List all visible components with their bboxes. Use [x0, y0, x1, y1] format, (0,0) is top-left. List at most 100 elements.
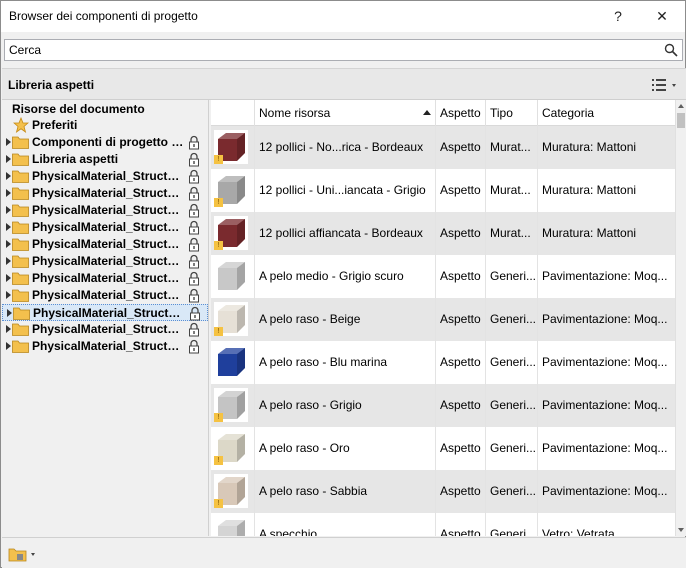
- scroll-down-icon[interactable]: [678, 528, 684, 532]
- expand-arrow-icon[interactable]: [6, 138, 11, 146]
- library-folder-menu-icon[interactable]: [8, 545, 38, 562]
- tree-item-label: PhysicalMaterial_Structur...: [32, 271, 184, 285]
- star-icon: [13, 117, 29, 133]
- search-input[interactable]: [9, 42, 649, 58]
- tree-item[interactable]: Libreria aspetti: [2, 151, 208, 168]
- expand-arrow-icon[interactable]: [6, 257, 11, 265]
- cell-aspect: Aspetto: [435, 212, 485, 255]
- expand-arrow-icon[interactable]: [6, 172, 11, 180]
- list-view-icon[interactable]: [650, 76, 680, 94]
- status-bar: [2, 537, 686, 568]
- material-swatch-icon: [214, 259, 248, 293]
- tree-item[interactable]: PhysicalMaterial_Structur...: [2, 202, 208, 219]
- lock-icon: [189, 288, 199, 303]
- dialog-window: Browser dei componenti di progetto ? ✕ L…: [0, 0, 686, 568]
- tree-item[interactable]: PhysicalMaterial_Structur...: [2, 219, 208, 236]
- cell-aspect: Aspetto: [435, 427, 485, 470]
- material-thumbnail: !: [214, 388, 248, 422]
- tree-item-label: Preferiti: [32, 118, 78, 132]
- cell-name: A pelo raso - Beige: [254, 298, 435, 341]
- cell-aspect: Aspetto: [435, 470, 485, 513]
- tree-header: Risorse del documento: [12, 102, 145, 116]
- warning-icon: !: [214, 241, 223, 250]
- warning-icon: !: [214, 198, 223, 207]
- cell-name: 12 pollici - Uni...iancata - Grigio: [254, 169, 435, 212]
- cell-category: Muratura: Mattoni: [537, 126, 675, 169]
- expand-arrow-icon[interactable]: [6, 325, 11, 333]
- cell-category: Pavimentazione: Moq...: [537, 298, 675, 341]
- help-button[interactable]: ?: [608, 6, 628, 26]
- cell-name: A pelo raso - Sabbia: [254, 470, 435, 513]
- expand-arrow-icon[interactable]: [6, 189, 11, 197]
- table-row[interactable]: ! A pelo raso - Sabbia Aspetto Generi... Pav…: [211, 470, 675, 513]
- material-thumbnail: !: [214, 173, 248, 207]
- tree-item-label: PhysicalMaterial_Structur...: [33, 306, 185, 320]
- expand-arrow-icon[interactable]: [6, 206, 11, 214]
- cell-category: Pavimentazione: Moq...: [537, 384, 675, 427]
- warning-icon: !: [214, 327, 223, 336]
- expand-arrow-icon[interactable]: [6, 342, 11, 350]
- lock-icon: [189, 339, 199, 354]
- expand-arrow-icon[interactable]: [6, 291, 11, 299]
- tree-item-favorites[interactable]: Preferiti: [2, 117, 208, 134]
- cell-aspect: Aspetto: [435, 255, 485, 298]
- table-row[interactable]: ! 12 pollici - Uni...iancata - Grigio Aspe…: [211, 169, 675, 212]
- tree-item-label: PhysicalMaterial_Structur...: [32, 220, 184, 234]
- cell-aspect: Aspetto: [435, 126, 485, 169]
- expand-arrow-icon[interactable]: [6, 274, 11, 282]
- lock-icon: [189, 220, 199, 235]
- folder-icon: [12, 255, 29, 268]
- tree-item[interactable]: PhysicalMaterial_Structur...: [2, 321, 208, 338]
- table-row[interactable]: A specchio Aspetto Generi... Vetro: Vetrata: [211, 513, 675, 536]
- resource-grid: Nome risorsa Aspetto Tipo Categoria ! 12 …: [211, 100, 675, 536]
- cell-aspect: Aspetto: [435, 298, 485, 341]
- cell-name: A specchio: [254, 513, 435, 536]
- table-row[interactable]: ! 12 pollici - No...rica - Bordeaux Aspett…: [211, 126, 675, 169]
- folder-icon: [12, 289, 29, 302]
- column-header-aspect[interactable]: Aspetto: [435, 100, 485, 126]
- expand-arrow-icon[interactable]: [7, 309, 12, 317]
- table-row[interactable]: ! A pelo raso - Grigio Aspetto Generi... Pav…: [211, 384, 675, 427]
- expand-arrow-icon[interactable]: [6, 223, 11, 231]
- table-row[interactable]: ! 12 pollici affiancata - Bordeaux Aspetto…: [211, 212, 675, 255]
- tree-item-label: PhysicalMaterial_Structur...: [32, 339, 184, 353]
- tree-item[interactable]: PhysicalMaterial_Structur...: [2, 304, 208, 321]
- vertical-scrollbar[interactable]: [675, 100, 686, 536]
- cell-type: Generi...: [485, 341, 537, 384]
- scrollbar-thumb[interactable]: [677, 113, 685, 128]
- table-row[interactable]: ! A pelo raso - Beige Aspetto Generi... Pavi…: [211, 298, 675, 341]
- lock-icon: [190, 306, 200, 321]
- cell-aspect: Aspetto: [435, 169, 485, 212]
- table-row[interactable]: A pelo medio - Grigio scuro Aspetto Generi…: [211, 255, 675, 298]
- cell-category: Muratura: Mattoni: [537, 169, 675, 212]
- tree-item[interactable]: PhysicalMaterial_Structur...: [2, 287, 208, 304]
- column-header-thumbnail[interactable]: [211, 100, 254, 126]
- cell-category: Vetro: Vetrata: [537, 513, 675, 536]
- scroll-up-icon[interactable]: [678, 104, 684, 108]
- library-title: Libreria aspetti: [8, 78, 95, 92]
- close-button[interactable]: ✕: [652, 6, 672, 26]
- column-header-name[interactable]: Nome risorsa: [254, 100, 435, 126]
- tree-item[interactable]: PhysicalMaterial_Structur...: [2, 253, 208, 270]
- table-row[interactable]: ! A pelo raso - Oro Aspetto Generi... Pavime…: [211, 427, 675, 470]
- column-header-type[interactable]: Tipo: [485, 100, 537, 126]
- table-row[interactable]: A pelo raso - Blu marina Aspetto Generi...…: [211, 341, 675, 384]
- lock-icon: [189, 271, 199, 286]
- column-header-category[interactable]: Categoria: [537, 100, 675, 126]
- tree-item[interactable]: PhysicalMaterial_Structur...: [2, 185, 208, 202]
- expand-arrow-icon[interactable]: [6, 155, 11, 163]
- tree-item-label: PhysicalMaterial_Structur...: [32, 237, 184, 251]
- folder-icon: [12, 136, 29, 149]
- cell-type: Generi...: [485, 255, 537, 298]
- tree-item[interactable]: PhysicalMaterial_Structur...: [2, 168, 208, 185]
- cell-name: A pelo raso - Blu marina: [254, 341, 435, 384]
- title-bar: Browser dei componenti di progetto ? ✕: [1, 1, 685, 32]
- tree-item-label: PhysicalMaterial_Structur...: [32, 288, 184, 302]
- tree-item[interactable]: PhysicalMaterial_Structur...: [2, 236, 208, 253]
- tree-item[interactable]: Componenti di progetto f...: [2, 134, 208, 151]
- tree-item[interactable]: PhysicalMaterial_Structur...: [2, 270, 208, 287]
- search-icon[interactable]: [664, 43, 678, 57]
- expand-arrow-icon[interactable]: [6, 240, 11, 248]
- tree-item-label: PhysicalMaterial_Structur...: [32, 169, 184, 183]
- tree-item[interactable]: PhysicalMaterial_Structur...: [2, 338, 208, 355]
